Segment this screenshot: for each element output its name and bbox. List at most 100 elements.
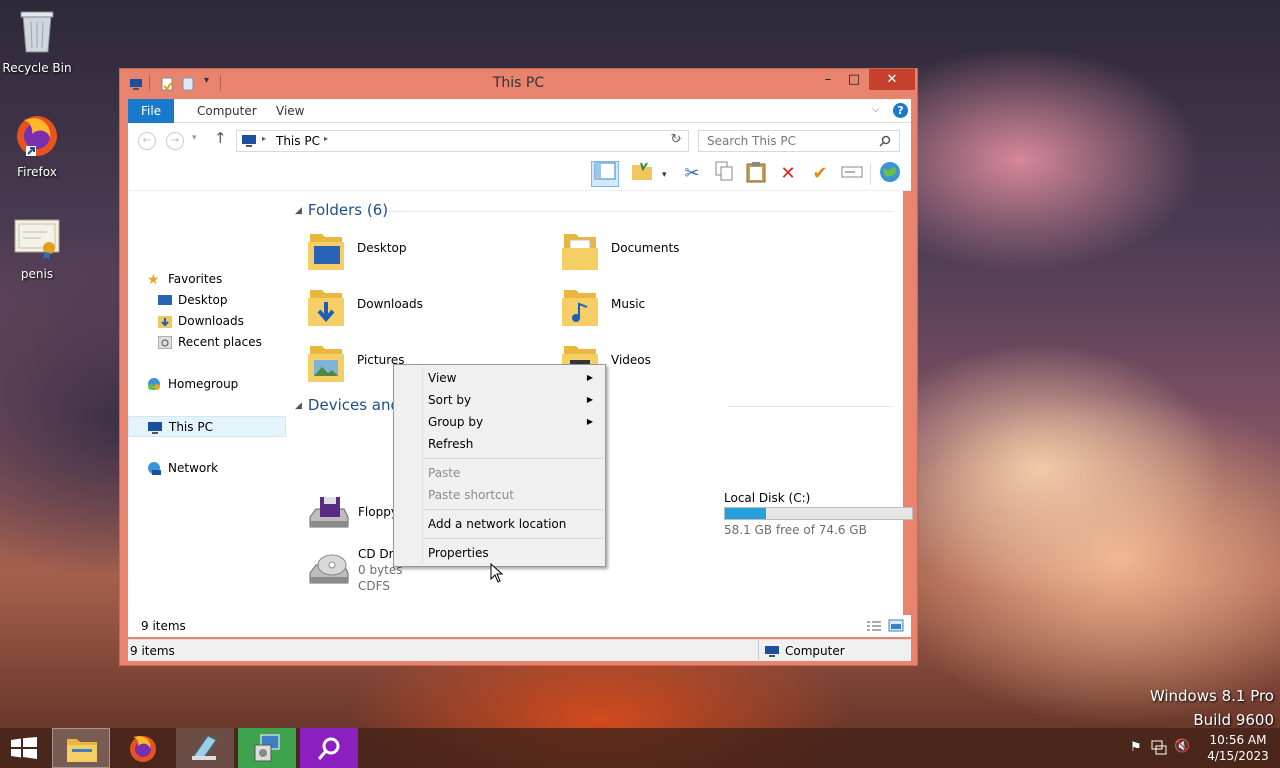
cd-drive-icon (309, 554, 349, 584)
back-button[interactable]: ← (138, 132, 156, 150)
menu-item-group-by[interactable]: Group by ▶ (396, 411, 603, 433)
desktop-icon-recycle-bin[interactable]: Recycle Bin (1, 8, 73, 75)
paste-icon[interactable] (742, 161, 770, 187)
system-tray: ⚑ 🔇 10:56 AM 4/15/2023 (1120, 728, 1280, 768)
folder-label: Desktop (357, 241, 407, 255)
music-folder-icon (562, 290, 598, 326)
nav-homegroup[interactable]: Homegroup (128, 374, 286, 395)
menu-label: Paste shortcut (428, 488, 514, 502)
recent-locations-icon[interactable]: ▾ (192, 133, 197, 143)
nav-desktop[interactable]: Desktop (128, 290, 286, 311)
minimize-button[interactable]: – (816, 69, 840, 90)
desktop-icon-certificate[interactable]: penis (1, 218, 73, 281)
details-view-icon[interactable] (866, 620, 882, 632)
nav-this-pc[interactable]: This PC (128, 416, 286, 437)
new-folder-icon[interactable] (628, 161, 656, 187)
clock-time: 10:56 AM (1209, 733, 1267, 747)
tab-file[interactable]: File (128, 99, 175, 123)
menu-label: Sort by (428, 393, 472, 407)
nav-network[interactable]: Network (128, 458, 286, 479)
nav-label: Favorites (168, 272, 223, 286)
tab-computer[interactable]: Computer (184, 99, 270, 123)
menu-item-sort-by[interactable]: Sort by ▶ (396, 389, 603, 411)
folders-group-header[interactable]: ◢ Folders (6) (295, 201, 388, 219)
copy-icon[interactable] (710, 161, 738, 187)
action-center-flag-icon[interactable]: ⚑ (1130, 740, 1142, 755)
up-button[interactable]: ↑ (214, 129, 227, 147)
maximize-button[interactable]: □ (842, 69, 866, 90)
network-status-icon[interactable] (1151, 740, 1167, 755)
large-icons-view-icon[interactable] (888, 619, 904, 632)
nav-label: Downloads (178, 314, 244, 328)
nav-favorites[interactable]: ★ Favorites (128, 269, 286, 290)
submenu-arrow-icon: ▶ (586, 417, 593, 426)
start-button[interactable] (0, 728, 48, 768)
folder-desktop[interactable]: Desktop (306, 226, 546, 278)
properties-check-icon[interactable]: ✔ (806, 161, 834, 187)
cut-icon[interactable]: ✂ (678, 161, 706, 187)
breadcrumb-separator-icon: ▸ (262, 134, 267, 143)
forward-button[interactable]: → (166, 132, 184, 150)
new-folder-dropdown-icon[interactable]: ▾ (662, 170, 667, 180)
taskbar-file-explorer[interactable] (52, 728, 110, 768)
nav-label: Recent places (178, 335, 262, 349)
menu-item-paste-shortcut[interactable]: Paste shortcut (396, 484, 603, 506)
delete-icon[interactable]: ✕ (774, 161, 802, 187)
search-input[interactable]: Search This PC (698, 130, 900, 152)
this-pc-icon (242, 135, 256, 147)
refresh-icon[interactable]: ↻ (664, 132, 688, 147)
menu-separator (424, 509, 603, 510)
drive-label: Local Disk (C:) (724, 491, 811, 505)
drive-local-disk-c[interactable]: Local Disk (C:) 58.1 GB free of 74.6 GB (724, 491, 924, 539)
folder-downloads[interactable]: Downloads (306, 282, 546, 334)
folder-documents[interactable]: Documents (560, 226, 800, 278)
folder-label: Music (611, 297, 646, 311)
navigation-pane-button[interactable] (591, 161, 619, 187)
menu-item-refresh[interactable]: Refresh (396, 433, 603, 455)
menu-item-add-network-location[interactable]: Add a network location (396, 513, 603, 535)
help-icon[interactable]: ? (893, 103, 908, 118)
menu-item-view[interactable]: View ▶ (396, 367, 603, 389)
folder-label: Videos (611, 353, 651, 367)
menu-item-properties[interactable]: Properties (396, 542, 603, 564)
notepad-icon (192, 735, 217, 761)
group-divider (388, 211, 893, 212)
file-explorer-icon (67, 739, 97, 762)
group-title: Folders (6) (307, 201, 389, 219)
address-box[interactable]: ▸ This PC ▸ ⌵ (236, 130, 689, 152)
taskbar-app-4[interactable] (238, 728, 296, 768)
menu-label: Refresh (428, 437, 474, 451)
breadcrumb-chevron-icon[interactable]: ▸ (324, 134, 328, 143)
menu-label: Properties (428, 546, 489, 560)
network-globe-icon[interactable] (876, 161, 904, 187)
folder-music[interactable]: Music (560, 282, 800, 334)
menu-item-paste[interactable]: Paste (396, 462, 603, 484)
desktop-icon-firefox[interactable]: Firefox (1, 112, 73, 179)
devices-group-header[interactable]: ◢ Devices and (295, 396, 400, 414)
taskbar-app-3[interactable] (176, 728, 234, 768)
windows-watermark: Windows 8.1 Pro Build 9600 (1150, 684, 1274, 732)
breadcrumb-this-pc[interactable]: This PC (276, 134, 320, 148)
submenu-arrow-icon: ▶ (586, 373, 593, 382)
desktop-icon-label: Recycle Bin (2, 61, 72, 75)
disk-usage-fill (725, 508, 767, 519)
navigation-pane: ★ Favorites Desktop Downloads Recent pla… (128, 191, 288, 615)
nav-downloads[interactable]: Downloads (128, 311, 286, 332)
rename-icon[interactable] (838, 161, 866, 187)
recent-places-icon (158, 336, 172, 349)
nav-recent-places[interactable]: Recent places (128, 332, 286, 353)
title-bar[interactable]: ▾ This PC – □ ✕ (120, 69, 917, 99)
nav-label: Homegroup (168, 377, 239, 391)
expand-ribbon-icon[interactable]: ⌵ (872, 104, 880, 115)
folder-label: Downloads (357, 297, 423, 311)
taskbar-app-5[interactable] (300, 728, 358, 768)
nav-label: Desktop (178, 293, 228, 307)
clock[interactable]: 10:56 AM 4/15/2023 (1200, 732, 1276, 764)
mouse-cursor-icon (490, 563, 504, 583)
nav-label: Network (168, 461, 219, 475)
taskbar-firefox[interactable] (114, 728, 172, 768)
volume-muted-icon[interactable]: 🔇 (1174, 739, 1190, 754)
windows-logo-icon (11, 737, 37, 759)
close-button[interactable]: ✕ (869, 69, 915, 90)
tab-view[interactable]: View (263, 99, 317, 123)
